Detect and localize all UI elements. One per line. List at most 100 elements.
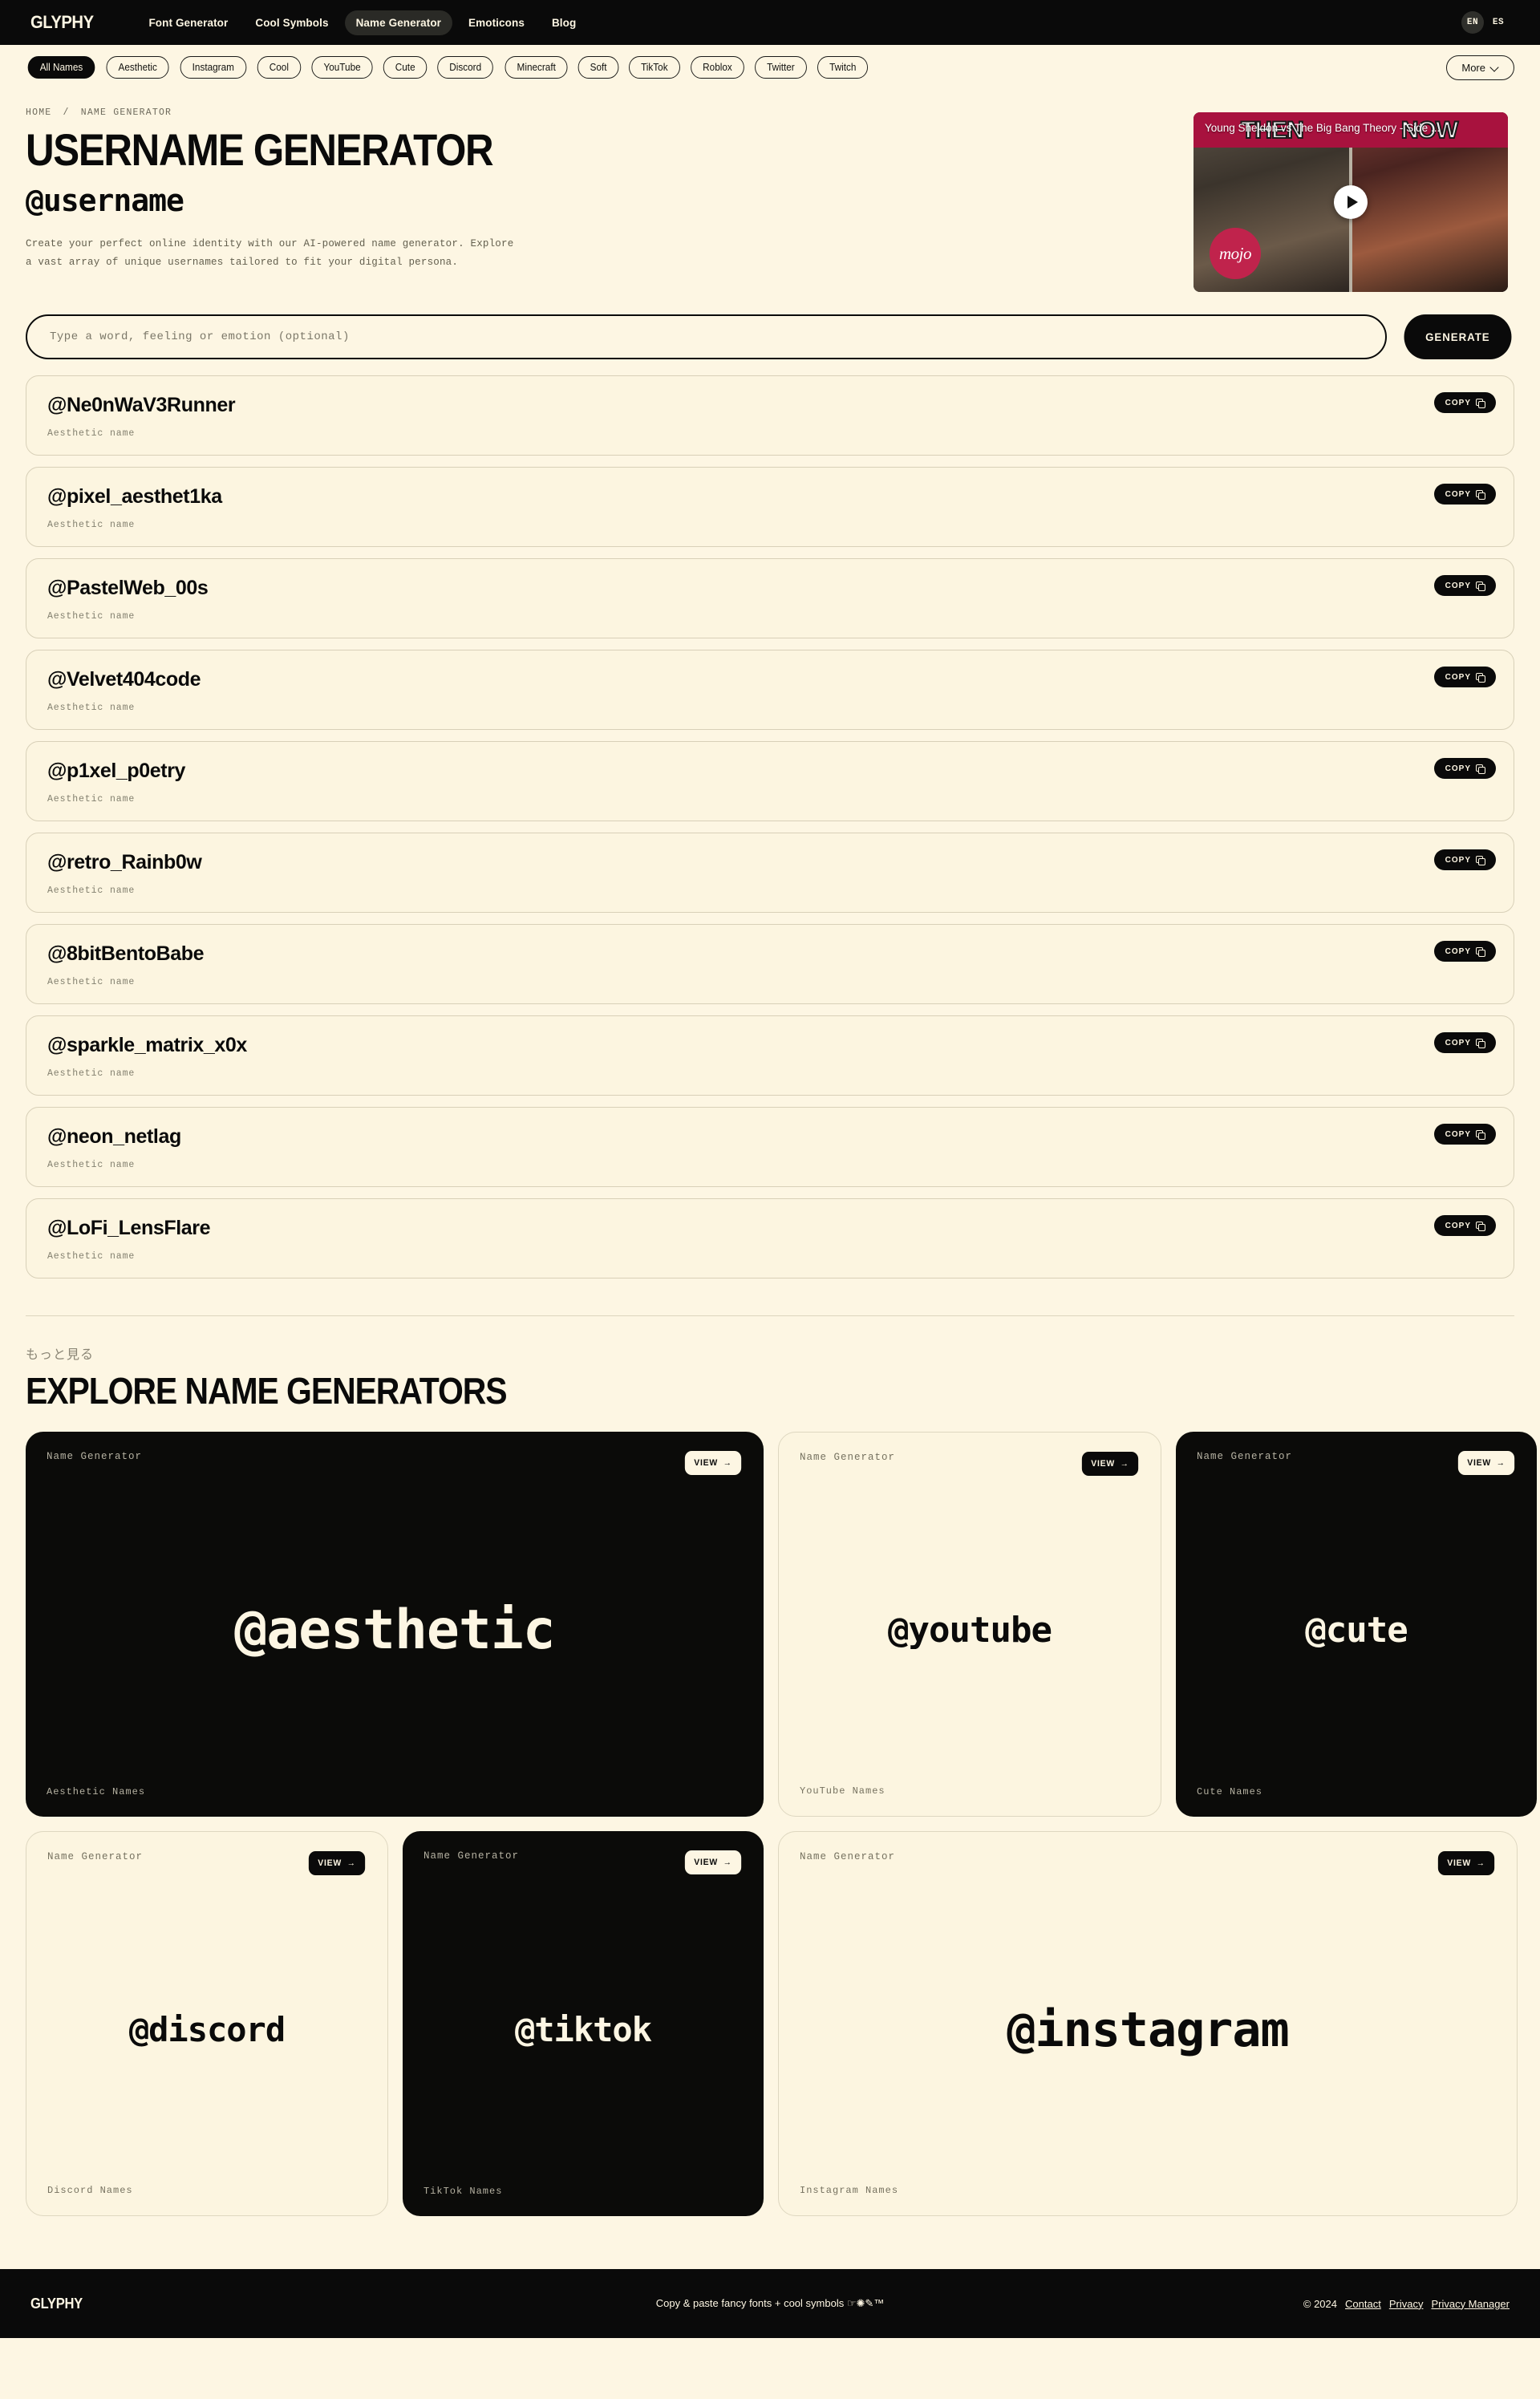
generator-card-header: Name Generator VIEW →	[800, 1851, 1496, 1875]
more-button[interactable]: More	[1446, 55, 1514, 80]
breadcrumb-separator: /	[63, 107, 70, 118]
generator-card-kicker: Name Generator	[1197, 1451, 1293, 1462]
nav-link-blog[interactable]: Blog	[541, 10, 587, 35]
category-chip-discord[interactable]: Discord	[437, 56, 494, 79]
generator-card-tiktok[interactable]: Name Generator VIEW → @tiktok TikTok Names	[403, 1831, 764, 2216]
result-card: @pixel_aesthet1ka Aesthetic name COPY	[26, 467, 1514, 547]
view-button-label: VIEW	[694, 1858, 718, 1867]
category-chip-twitch[interactable]: Twitch	[817, 56, 869, 79]
category-chip-aesthetic[interactable]: Aesthetic	[106, 56, 169, 79]
view-button[interactable]: VIEW →	[1081, 1452, 1139, 1476]
generator-card-discord[interactable]: Name Generator VIEW → @discord Discord Names	[26, 1831, 388, 2216]
footer-link-privacy[interactable]: Privacy	[1389, 2298, 1424, 2310]
category-chip-tiktok[interactable]: TikTok	[629, 56, 680, 79]
category-chip-youtube[interactable]: YouTube	[311, 56, 373, 79]
language-option-es[interactable]: ES	[1487, 11, 1510, 34]
generator-card-footer: Instagram Names	[800, 2185, 899, 2196]
category-chip-instagram[interactable]: Instagram	[180, 56, 247, 79]
page-title: USERNAME GENERATOR	[26, 124, 494, 175]
copy-button[interactable]: COPY	[1433, 1124, 1496, 1145]
footer-link-contact[interactable]: Contact	[1345, 2298, 1381, 2310]
footer-link-privacy-manager[interactable]: Privacy Manager	[1431, 2298, 1510, 2310]
view-button[interactable]: VIEW →	[684, 1850, 742, 1874]
explore-title: EXPLORE NAME GENERATORS	[26, 1370, 508, 1412]
result-subtitle: Aesthetic name	[47, 611, 136, 622]
copy-icon	[1476, 855, 1485, 865]
page-footer: GLYPHY Copy & paste fancy fonts + cool s…	[0, 2269, 1540, 2338]
generator-card-body: @tiktok	[424, 1874, 743, 2186]
search-input[interactable]	[26, 314, 1388, 359]
generator-card-header: Name Generator VIEW →	[800, 1452, 1140, 1476]
generator-card-instagram[interactable]: Name Generator VIEW → @instagram Instagram N…	[778, 1831, 1518, 2216]
nav-link-name-generator[interactable]: Name Generator	[344, 10, 453, 35]
result-subtitle: Aesthetic name	[47, 1068, 136, 1079]
copy-button[interactable]: COPY	[1433, 1215, 1496, 1236]
video-preview-card[interactable]: THEN NOW Young Sheldon vs The Big Bang T…	[1194, 112, 1508, 292]
generator-card-header: Name Generator VIEW →	[47, 1451, 743, 1475]
primary-nav: Font Generator Cool Symbols Name Generator…	[137, 10, 587, 35]
site-logo[interactable]: GLYPHY	[30, 12, 94, 33]
generator-card-body: @discord	[47, 1875, 367, 2185]
copy-button[interactable]: COPY	[1433, 484, 1496, 505]
view-button[interactable]: VIEW →	[1457, 1451, 1515, 1475]
result-card: @sparkle_matrix_x0x Aesthetic name COPY	[26, 1015, 1514, 1096]
result-name: @8bitBentoBabe	[47, 942, 205, 965]
copy-button[interactable]: COPY	[1433, 1032, 1496, 1053]
view-button[interactable]: VIEW →	[684, 1451, 742, 1475]
generator-card-handle: @instagram	[1007, 2002, 1289, 2058]
play-triangle	[1347, 196, 1358, 209]
copy-button[interactable]: COPY	[1433, 758, 1496, 779]
more-categories-wrap: More	[1446, 55, 1514, 80]
copy-button-label: COPY	[1445, 489, 1471, 499]
generator-card-body: @youtube	[800, 1476, 1140, 1785]
breadcrumb-home[interactable]: HOME	[26, 107, 51, 118]
nav-link-emoticons[interactable]: Emoticons	[457, 10, 536, 35]
explore-header: もっと見る EXPLORE NAME GENERATORS	[0, 1316, 1540, 1412]
copy-button[interactable]: COPY	[1433, 941, 1496, 962]
copy-button[interactable]: COPY	[1433, 575, 1496, 596]
category-chip-list: All Names Aesthetic Instagram Cool YouTube Cu…	[26, 56, 869, 79]
result-name: @PastelWeb_00s	[47, 577, 209, 599]
copy-button[interactable]: COPY	[1433, 392, 1496, 413]
generator-card-header: Name Generator VIEW →	[1197, 1451, 1516, 1475]
results-list: @Ne0nWaV3Runner Aesthetic name COPY @pixel_…	[0, 359, 1540, 1279]
mojo-watermark-logo: mojo	[1210, 228, 1261, 279]
generate-button[interactable]: GENERATE	[1404, 314, 1512, 359]
category-chip-soft[interactable]: Soft	[578, 56, 619, 79]
copy-icon	[1476, 672, 1485, 683]
chevron-down-icon	[1491, 63, 1499, 71]
result-subtitle: Aesthetic name	[47, 428, 136, 439]
view-button[interactable]: VIEW →	[1437, 1851, 1495, 1875]
category-chip-cool[interactable]: Cool	[257, 56, 301, 79]
language-option-en[interactable]: EN	[1461, 11, 1484, 34]
result-name: @pixel_aesthet1ka	[47, 485, 222, 508]
category-chip-twitter[interactable]: Twitter	[754, 56, 807, 79]
result-name: @sparkle_matrix_x0x	[47, 1034, 247, 1056]
footer-links: © 2024 Contact Privacy Privacy Manager	[1303, 2298, 1510, 2310]
result-name: @retro_Rainb0w	[47, 851, 202, 873]
video-title: Young Sheldon vs The Big Bang Theory - S…	[1205, 122, 1441, 134]
generator-card-cute[interactable]: Name Generator VIEW → @cute Cute Names	[1176, 1432, 1537, 1817]
nav-link-cool-symbols[interactable]: Cool Symbols	[244, 10, 339, 35]
arrow-right-icon: →	[1120, 1459, 1129, 1469]
generator-card-youtube[interactable]: Name Generator VIEW → @youtube YouTube Names	[778, 1432, 1161, 1817]
view-button[interactable]: VIEW →	[308, 1851, 366, 1875]
category-chip-minecraft[interactable]: Minecraft	[505, 56, 568, 79]
copy-icon	[1476, 1129, 1485, 1140]
footer-copyright: © 2024	[1303, 2297, 1338, 2310]
result-card: @LoFi_LensFlare Aesthetic name COPY	[26, 1198, 1514, 1279]
generator-card-footer: TikTok Names	[424, 2186, 503, 2197]
view-button-label: VIEW	[1091, 1459, 1115, 1469]
result-subtitle: Aesthetic name	[47, 1251, 136, 1262]
play-icon[interactable]	[1334, 185, 1368, 219]
copy-button[interactable]: COPY	[1433, 667, 1496, 687]
category-chip-roblox[interactable]: Roblox	[691, 56, 744, 79]
nav-link-font-generator[interactable]: Font Generator	[137, 10, 239, 35]
view-button-label: VIEW	[1447, 1858, 1471, 1868]
footer-logo[interactable]: GLYPHY	[30, 2296, 83, 2312]
category-chip-all-names[interactable]: All Names	[27, 56, 95, 79]
generator-card-aesthetic[interactable]: Name Generator VIEW → @aesthetic Aesthetic N…	[26, 1432, 764, 1817]
copy-button-label: COPY	[1445, 398, 1471, 407]
category-chip-cute[interactable]: Cute	[383, 56, 428, 79]
copy-button[interactable]: COPY	[1433, 849, 1496, 870]
